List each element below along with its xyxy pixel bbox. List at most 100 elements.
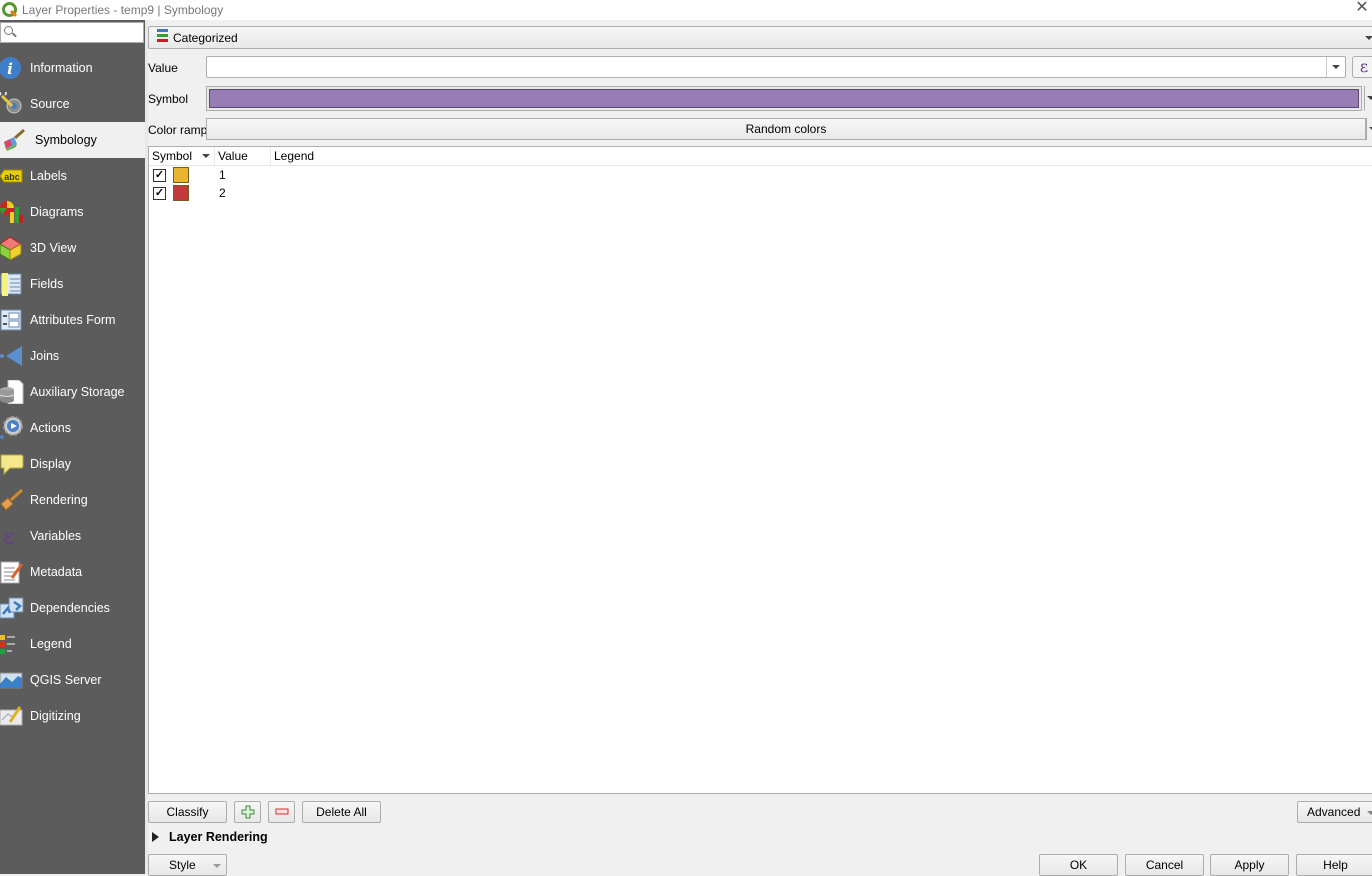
- gear-play-icon: [0, 416, 24, 440]
- sidebar-item-3d-view[interactable]: 3D View: [0, 230, 145, 266]
- category-checkbox[interactable]: ✓: [153, 186, 166, 200]
- table-row[interactable]: ✓ 2: [149, 184, 1372, 202]
- sidebar-item-label: Display: [30, 457, 71, 471]
- symbol-button[interactable]: [206, 86, 1362, 111]
- epsilon-icon: ε: [0, 524, 24, 548]
- sidebar-item-label: Labels: [30, 169, 67, 183]
- fields-icon: [0, 272, 24, 296]
- sidebar-item-label: 3D View: [30, 241, 77, 255]
- color-ramp-button[interactable]: Random colors: [206, 118, 1366, 140]
- source-wrench-icon: [0, 92, 24, 116]
- category-symbol-swatch[interactable]: [173, 185, 189, 201]
- svg-text:abc: abc: [4, 172, 20, 182]
- category-value: 2: [219, 186, 226, 200]
- chevron-down-icon: [1367, 96, 1372, 100]
- table-header: Symbol Value Legend: [149, 147, 1372, 166]
- sidebar-item-dependencies[interactable]: Dependencies: [0, 590, 145, 626]
- delete-all-button[interactable]: Delete All: [302, 801, 381, 823]
- sidebar-item-actions[interactable]: Actions: [0, 410, 145, 446]
- advanced-label: Advanced: [1307, 805, 1361, 819]
- sidebar-item-label: Dependencies: [30, 601, 110, 615]
- column-header-label: Value: [218, 149, 248, 163]
- sidebar-nav: i Information Source Symbology abc Label…: [0, 50, 145, 734]
- categorized-icon: [157, 29, 169, 46]
- category-checkbox[interactable]: ✓: [153, 168, 166, 182]
- sidebar-item-digitizing[interactable]: Digitizing: [0, 698, 145, 734]
- classify-button[interactable]: Classify: [148, 801, 227, 823]
- style-label: Style: [169, 858, 196, 872]
- sidebar-item-label: Fields: [30, 277, 64, 291]
- sidebar-item-label: Variables: [30, 529, 82, 543]
- sidebar-item-variables[interactable]: ε Variables: [0, 518, 145, 554]
- sidebar-item-legend[interactable]: Legend: [0, 626, 145, 662]
- sidebar-item-diagrams[interactable]: Diagrams: [0, 194, 145, 230]
- column-header-legend[interactable]: Legend: [271, 147, 371, 166]
- help-button[interactable]: Help: [1296, 854, 1372, 876]
- title-bar: Layer Properties - temp9 | Symbology ✕: [0, 0, 1372, 20]
- cancel-button[interactable]: Cancel: [1125, 854, 1204, 876]
- sidebar-item-label: Source: [30, 97, 70, 111]
- search-icon: [4, 26, 13, 35]
- sidebar-item-label: Diagrams: [30, 205, 84, 219]
- column-header-value[interactable]: Value: [215, 147, 271, 166]
- join-icon: [0, 344, 24, 368]
- sidebar-item-label: QGIS Server: [30, 673, 102, 687]
- renderer-type-value: Categorized: [173, 30, 238, 45]
- remove-class-button[interactable]: [268, 801, 295, 823]
- add-class-icon: [241, 805, 254, 819]
- value-field-combo[interactable]: [206, 56, 1346, 78]
- sidebar-item-attributes-form[interactable]: Attributes Form: [0, 302, 145, 338]
- close-icon[interactable]: ✕: [1352, 0, 1372, 18]
- window-title: Layer Properties - temp9 | Symbology: [22, 3, 224, 17]
- server-map-icon: [0, 668, 24, 692]
- sidebar-item-labels[interactable]: abc Labels: [0, 158, 145, 194]
- sidebar-item-qgis-server[interactable]: QGIS Server: [0, 662, 145, 698]
- color-ramp-label: Color ramp: [148, 123, 208, 137]
- value-label: Value: [148, 61, 178, 75]
- symbol-dropdown-button[interactable]: [1364, 86, 1372, 111]
- sidebar-item-metadata[interactable]: Metadata: [0, 554, 145, 590]
- style-button[interactable]: Style: [148, 854, 227, 876]
- category-value: 1: [219, 168, 226, 182]
- add-class-button[interactable]: [234, 801, 261, 823]
- sidebar-item-rendering[interactable]: Rendering: [0, 482, 145, 518]
- category-symbol-swatch[interactable]: [173, 167, 189, 183]
- color-ramp-dropdown-button[interactable]: [1366, 118, 1372, 140]
- column-header-label: Symbol: [152, 149, 193, 163]
- advanced-button[interactable]: Advanced: [1297, 801, 1372, 823]
- expression-button[interactable]: ε: [1352, 56, 1372, 78]
- remove-class-icon: [275, 808, 288, 815]
- sidebar-item-information[interactable]: i Information: [0, 50, 145, 86]
- sidebar-item-auxiliary-storage[interactable]: Auxiliary Storage: [0, 374, 145, 410]
- sidebar-item-symbology[interactable]: Symbology: [0, 122, 145, 158]
- legend-icon: [0, 632, 24, 656]
- metadata-icon: [0, 560, 24, 584]
- chevron-down-icon: [1367, 811, 1372, 815]
- sort-indicator-icon: [202, 154, 210, 158]
- sidebar: i Information Source Symbology abc Label…: [0, 20, 145, 874]
- chevron-down-icon: [1365, 36, 1372, 40]
- paintbrush-icon: [2, 128, 26, 152]
- sidebar-item-fields[interactable]: Fields: [0, 266, 145, 302]
- table-row[interactable]: ✓ 1: [149, 166, 1372, 184]
- sidebar-search-input[interactable]: [0, 22, 144, 43]
- sidebar-item-label: Metadata: [30, 565, 83, 579]
- layer-rendering-section[interactable]: Layer Rendering: [152, 830, 268, 844]
- renderer-type-dropdown[interactable]: Categorized: [148, 26, 1372, 49]
- symbol-color-swatch: [209, 89, 1359, 108]
- chevron-down-icon: [213, 864, 221, 868]
- column-header-symbol[interactable]: Symbol: [149, 147, 215, 166]
- ok-button[interactable]: OK: [1039, 854, 1118, 876]
- sidebar-item-label: Information: [30, 61, 93, 75]
- sidebar-item-display[interactable]: Display: [0, 446, 145, 482]
- sidebar-item-label: Legend: [30, 637, 72, 651]
- symbology-panel: Categorized Value ε Symbol Color ramp Ra…: [148, 20, 1372, 876]
- apply-button[interactable]: Apply: [1210, 854, 1289, 876]
- categories-table[interactable]: Symbol Value Legend ✓ 1 ✓ 2: [148, 146, 1372, 794]
- sidebar-item-label: Attributes Form: [30, 313, 116, 327]
- sidebar-item-joins[interactable]: Joins: [0, 338, 145, 374]
- sidebar-item-source[interactable]: Source: [0, 86, 145, 122]
- info-icon: i: [0, 56, 24, 80]
- value-dropdown-button[interactable]: [1326, 57, 1345, 77]
- layer-rendering-label: Layer Rendering: [169, 830, 268, 844]
